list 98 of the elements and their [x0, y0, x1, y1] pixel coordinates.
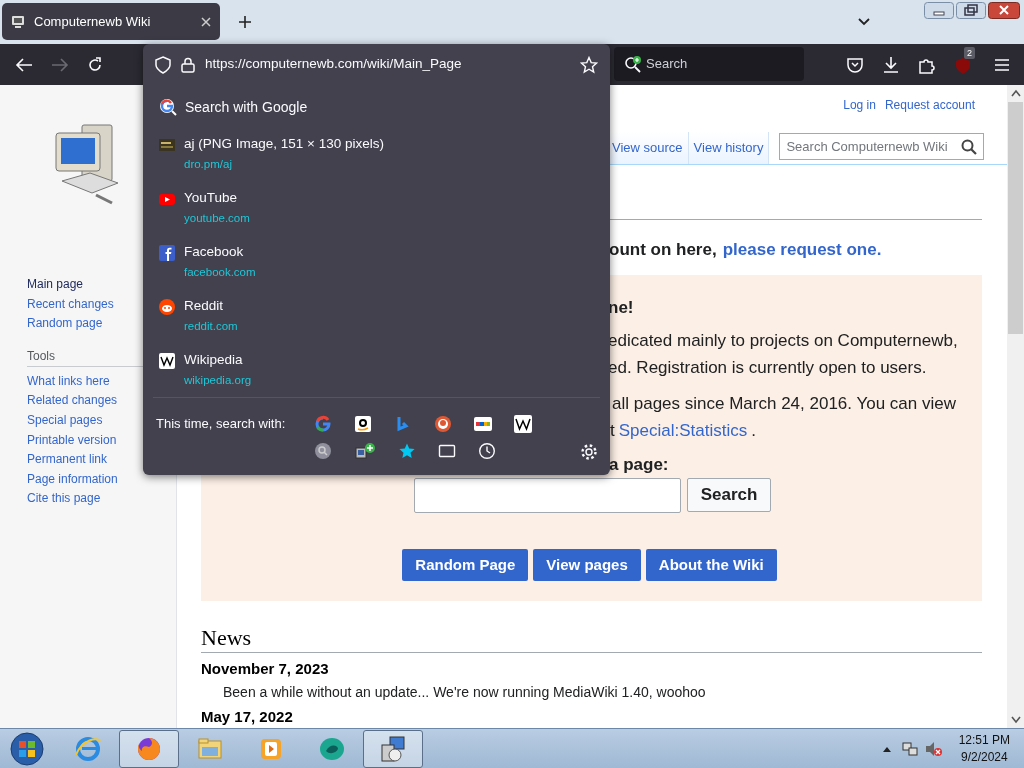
- f-letter-icon: [159, 245, 175, 261]
- google-search-icon: [159, 98, 177, 116]
- suggestion-title: Facebook: [184, 243, 245, 261]
- settings-icon[interactable]: [580, 443, 598, 461]
- suggestion-url: wikipedia.org: [184, 373, 252, 388]
- ebay-icon[interactable]: [474, 415, 492, 433]
- account-link[interactable]: Request account: [884, 95, 975, 114]
- wiki-button[interactable]: About the Wiki: [645, 549, 777, 581]
- suggestion-title: Wikipedia: [184, 351, 244, 369]
- pocket-icon[interactable]: [846, 56, 864, 74]
- browser-tab[interactable]: Computernewb Wiki: [2, 3, 220, 40]
- reload-icon[interactable]: [87, 56, 103, 73]
- taskbar-app[interactable]: [363, 729, 423, 768]
- wiki-link[interactable]: Special:Statistics: [618, 417, 748, 444]
- suggestion-title: YouTube: [184, 189, 239, 207]
- network-icon[interactable]: [901, 741, 918, 757]
- sidebar-link[interactable]: Random page: [27, 314, 103, 334]
- suggestion-url: youtube.com: [184, 211, 250, 226]
- alien-face-icon: [159, 299, 175, 315]
- thumbnail-icon: [159, 137, 175, 153]
- sidebar-link[interactable]: Printable version: [27, 430, 117, 451]
- news-text: Been a while without an update... We're now running MediaWiki 1.40, woohoo: [222, 684, 707, 701]
- browser-e-icon: [74, 734, 102, 763]
- news-date: November 7, 2023: [201, 660, 330, 678]
- sidebar-link[interactable]: What links here: [27, 371, 110, 392]
- sidebar-link[interactable]: Special pages: [27, 410, 103, 431]
- address-field[interactable]: https://computernewb.com/wiki/Main_Page: [205, 54, 570, 75]
- account-link[interactable]: Log in: [843, 95, 876, 114]
- suggestion-url: facebook.com: [184, 265, 256, 280]
- taskbar-app[interactable]: [119, 729, 179, 768]
- scroll-up-icon[interactable]: [1010, 89, 1021, 97]
- sidebar-link[interactable]: Related changes: [27, 391, 118, 411]
- paragraph-text: all pages since March 24, 2016. You can view: [612, 392, 956, 415]
- restore-icon[interactable]: [956, 2, 986, 19]
- url-suggestion[interactable]: Facebook facebook.com: [147, 242, 606, 296]
- search-bar[interactable]: Search: [614, 47, 804, 81]
- download-icon[interactable]: [882, 56, 900, 74]
- computer-icon: [10, 13, 26, 30]
- one-off-label: This time, search with:: [156, 415, 287, 434]
- sidebar-link[interactable]: Main page: [27, 275, 84, 295]
- paragraph-text: t: [610, 419, 615, 442]
- computer-add-icon[interactable]: [354, 442, 376, 462]
- suggestion-title: aj (PNG Image, 151 × 130 pixels): [184, 135, 384, 153]
- google-g-icon[interactable]: [314, 415, 332, 433]
- clock-icon[interactable]: [478, 442, 496, 460]
- play-icon: [159, 191, 175, 207]
- view-tab[interactable]: View source: [607, 132, 689, 164]
- scrollbar-thumb[interactable]: [1008, 102, 1023, 334]
- sidebar-link[interactable]: Cite this page: [27, 489, 101, 509]
- tray-arrow-icon[interactable]: [882, 746, 891, 752]
- url-suggestion[interactable]: aj (PNG Image, 151 × 130 pixels) dro.pm/aj: [147, 134, 606, 188]
- search-input[interactable]: Search: [646, 54, 786, 74]
- paragraph-text: ount on here,: [609, 238, 717, 261]
- clock-time: 12:51 PM: [958, 732, 1010, 749]
- sidebar-link[interactable]: Permanent link: [27, 450, 108, 470]
- installer-computer-icon: [379, 734, 407, 763]
- notification-badge: 2: [964, 47, 975, 59]
- url-suggestion[interactable]: YouTube youtube.com: [147, 188, 606, 242]
- new-tab-icon[interactable]: [238, 15, 252, 29]
- wiki-link[interactable]: please request one.: [722, 236, 882, 263]
- page-search-field[interactable]: [413, 478, 681, 513]
- sidebar-link[interactable]: Recent changes: [27, 294, 114, 315]
- back-icon[interactable]: [15, 56, 33, 73]
- news-heading: News: [201, 625, 982, 653]
- puzzle-icon[interactable]: [918, 56, 936, 74]
- magnifier-icon[interactable]: [314, 442, 332, 460]
- news-date: May 17, 2022: [201, 708, 294, 726]
- search-button[interactable]: Search: [686, 478, 772, 512]
- close-icon[interactable]: [988, 2, 1020, 19]
- shield-icon: [155, 55, 171, 74]
- star-icon[interactable]: [398, 442, 416, 460]
- url-suggestion[interactable]: Reddit reddit.com: [147, 296, 606, 350]
- star-icon[interactable]: [580, 55, 598, 74]
- suggestion-title: Reddit: [184, 297, 225, 315]
- scroll-down-icon[interactable]: [1010, 716, 1021, 724]
- tab-icon[interactable]: [438, 442, 456, 460]
- wiki-button[interactable]: Random Page: [402, 549, 529, 581]
- suggestion-url: reddit.com: [184, 319, 238, 334]
- menu-icon[interactable]: [994, 58, 1010, 72]
- chevron-down-icon[interactable]: [857, 17, 871, 27]
- w-letter-icon: [159, 353, 175, 369]
- w-letter-icon[interactable]: [514, 415, 532, 433]
- suggestion-url: dro.pm/aj: [184, 157, 233, 172]
- sidebar-link[interactable]: Page information: [27, 469, 118, 490]
- speaker-muted-icon[interactable]: [924, 741, 943, 757]
- paragraph-text: edicated mainly to projects on Computernewb,: [608, 329, 958, 352]
- wiki-search-field[interactable]: Search Computernewb Wiki: [779, 133, 985, 160]
- forward-icon[interactable]: [51, 56, 69, 73]
- wiki-button[interactable]: View pages: [533, 549, 641, 581]
- paragraph-text: .: [751, 419, 756, 442]
- view-tab[interactable]: View history: [688, 132, 770, 164]
- search-prompt: a page:: [609, 455, 669, 474]
- search-icon: [961, 138, 978, 155]
- lock-icon: [181, 56, 195, 73]
- search-suggestion[interactable]: Search with Google: [147, 90, 606, 124]
- clock-date: 9/2/2024: [960, 749, 1008, 766]
- start-orb-icon[interactable]: [9, 730, 45, 767]
- search-plus-icon: [624, 55, 642, 73]
